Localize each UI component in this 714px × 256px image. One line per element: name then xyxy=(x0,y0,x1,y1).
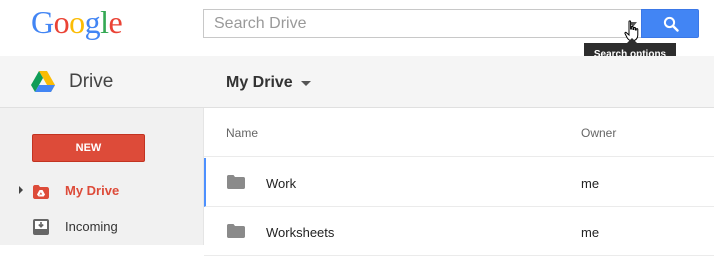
search-box xyxy=(203,9,641,38)
column-header-name[interactable]: Name xyxy=(226,126,258,140)
sidebar-item-incoming[interactable]: Incoming xyxy=(0,212,203,242)
chevron-down-icon xyxy=(300,80,311,86)
incoming-icon xyxy=(33,219,49,235)
product-name: Drive xyxy=(69,71,114,92)
search-button[interactable] xyxy=(641,9,699,38)
new-button[interactable]: NEW xyxy=(32,134,145,162)
location-label: My Drive xyxy=(226,74,293,91)
search-icon xyxy=(663,16,679,32)
sidebar: NEW My Drive Incoming xyxy=(0,108,204,245)
app-bar: Drive My Drive xyxy=(0,56,714,108)
file-list: Name Owner Work me Worksheets me xyxy=(204,108,714,256)
file-name: Worksheets xyxy=(266,225,335,240)
folder-icon xyxy=(227,175,245,189)
my-drive-icon xyxy=(33,185,49,199)
google-logo[interactable]: Google xyxy=(31,4,123,40)
file-owner: me xyxy=(581,176,600,191)
logo-letter: o xyxy=(69,4,85,40)
logo-letter: l xyxy=(100,4,109,40)
sidebar-item-label: My Drive xyxy=(65,183,120,198)
logo-letter: e xyxy=(108,4,123,40)
folder-icon xyxy=(227,224,245,238)
expand-arrow-icon[interactable] xyxy=(19,186,23,194)
location-dropdown[interactable]: My Drive xyxy=(226,72,311,94)
logo-letter: G xyxy=(31,4,54,40)
file-owner: me xyxy=(581,225,600,240)
logo-letter: o xyxy=(53,4,70,40)
drive-logo-icon xyxy=(31,71,55,92)
table-row[interactable]: Work me xyxy=(204,158,714,207)
file-list-header: Name Owner xyxy=(204,108,714,157)
logo-letter: g xyxy=(84,4,101,40)
column-header-owner[interactable]: Owner xyxy=(581,126,616,140)
search-input[interactable] xyxy=(214,13,614,34)
sidebar-item-label: Incoming xyxy=(65,219,118,234)
sidebar-item-my-drive[interactable]: My Drive xyxy=(0,176,203,206)
table-row[interactable]: Worksheets me xyxy=(204,207,714,256)
file-name: Work xyxy=(266,176,297,191)
